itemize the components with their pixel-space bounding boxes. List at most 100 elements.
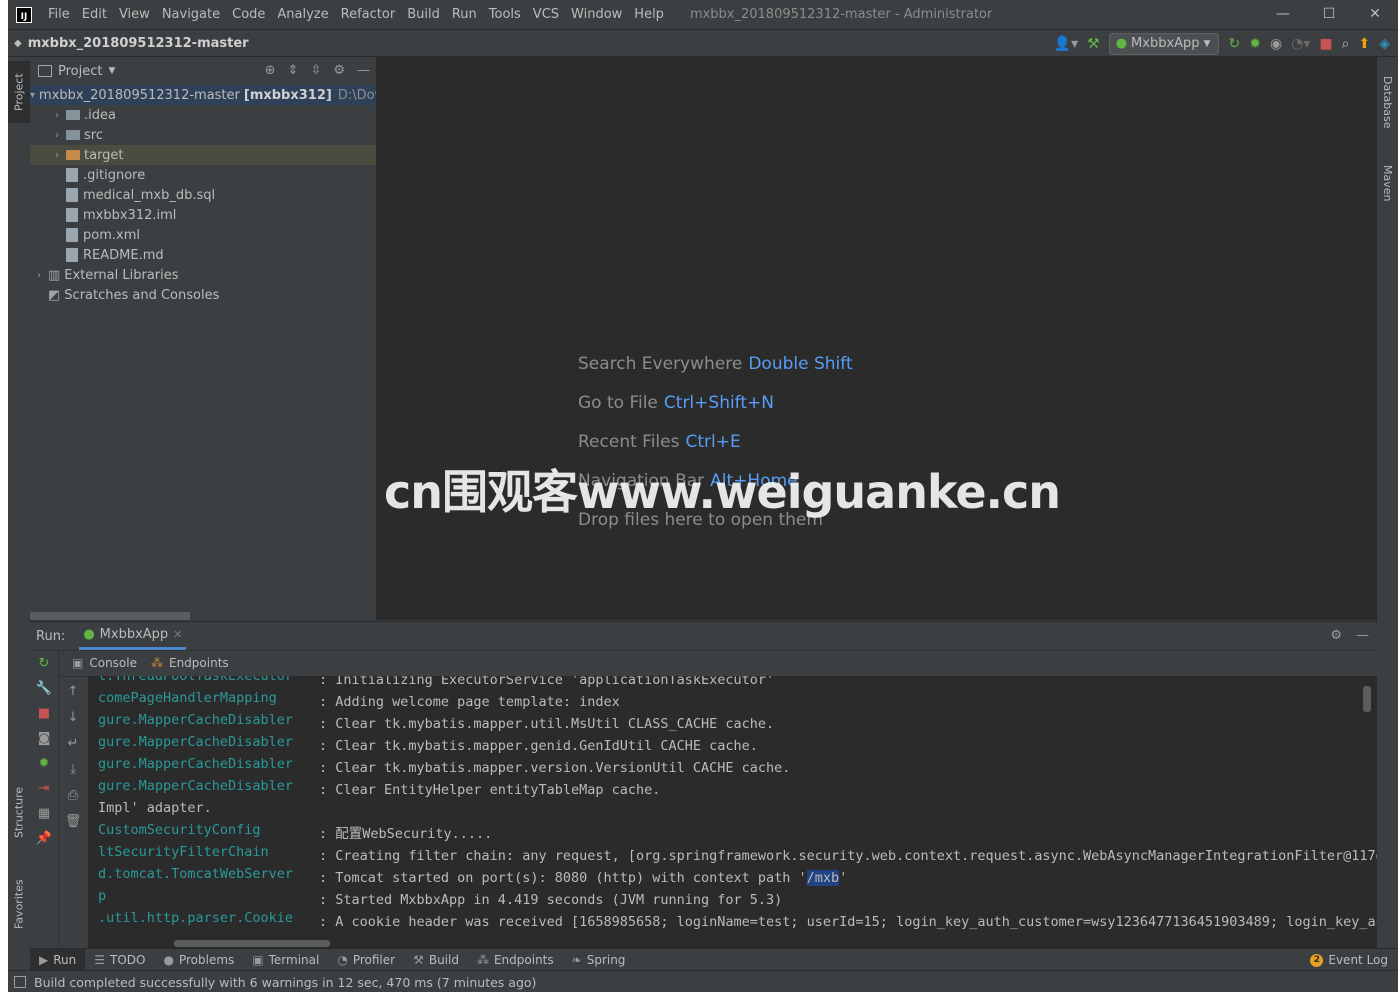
status-message[interactable]: Build completed successfully with 6 warn… [34, 975, 536, 990]
event-log-button[interactable]: 2 Event Log [1310, 949, 1388, 971]
tree-scratches[interactable]: ◩ Scratches and Consoles [30, 285, 376, 305]
run-tab-mxbbxapp[interactable]: ● MxbbxApp ✕ [79, 622, 187, 650]
menu-item-build[interactable]: Build [401, 7, 446, 22]
scroll-to-end-icon[interactable]: ⤓ [70, 762, 76, 777]
tree-item-label: target [84, 147, 124, 163]
tool-window-problems[interactable]: ● Problems [154, 949, 243, 971]
tree-root[interactable]: ▾ mxbbx_201809512312-master [mxbbx312] D… [30, 85, 393, 105]
tree-external-libraries[interactable]: › ▥ External Libraries [30, 265, 376, 285]
locate-icon[interactable]: ⊕ [265, 63, 276, 78]
tool-window-todo[interactable]: ☰ TODO [85, 949, 154, 971]
pin-icon[interactable]: 📌 [36, 831, 52, 846]
tool-window-run[interactable]: ▶ Run [30, 949, 86, 971]
close-tab-icon[interactable]: ✕ [173, 628, 182, 641]
stripe-tab-maven[interactable]: Maven [1377, 155, 1398, 211]
menu-item-code[interactable]: Code [226, 7, 271, 22]
tree-item[interactable]: › src [30, 125, 376, 145]
rerun-icon[interactable]: ↻ [1228, 37, 1240, 51]
build-hammer-icon[interactable]: ⚒ [1087, 37, 1100, 51]
menu-item-navigate[interactable]: Navigate [156, 7, 226, 22]
menu-item-run[interactable]: Run [446, 7, 483, 22]
tree-item[interactable]: medical_mxb_db.sql [30, 185, 376, 205]
tree-item[interactable]: › target [30, 145, 376, 165]
update-icon[interactable]: ⬆ [1358, 37, 1370, 51]
console-horizontal-scrollbar[interactable] [174, 940, 330, 947]
menu-item-analyze[interactable]: Analyze [271, 7, 334, 22]
menu-item-view[interactable]: View [113, 7, 156, 22]
stripe-tab-structure[interactable]: Structure [8, 777, 30, 847]
menu-item-edit[interactable]: Edit [76, 7, 113, 22]
stop-icon[interactable]: ■ [1319, 37, 1332, 51]
hide-icon[interactable]: — [1356, 628, 1369, 643]
stripe-tab-favorites[interactable]: Favorites [8, 869, 30, 939]
profile-icon[interactable]: ◔▾ [1291, 37, 1310, 51]
user-icon[interactable]: 👤▾ [1054, 37, 1078, 51]
menu-item-window[interactable]: Window [565, 7, 628, 22]
tool-window-build[interactable]: ⚒ Build [404, 949, 468, 971]
tree-item[interactable]: pom.xml [30, 225, 376, 245]
log-line: gure.MapperCacheDisabler: Clear tk.mybat… [98, 734, 758, 756]
console-vertical-scrollbar[interactable] [1363, 686, 1371, 712]
problems-icon: ● [163, 953, 174, 967]
stop-icon[interactable]: ■ [38, 706, 50, 721]
gear-icon[interactable]: ⚙ [333, 63, 345, 78]
editor-hint: Search Everywhere Double Shift [578, 354, 853, 393]
ide-window: IJ File Edit View Navigate Code Analyze Refact… [8, 0, 1398, 992]
log-message: : Clear tk.mybatis.mapper.genid.GenIdUti… [319, 738, 758, 754]
menu-item-refactor[interactable]: Refactor [335, 7, 402, 22]
coverage-icon[interactable]: ◉ [1270, 37, 1282, 51]
plugin-icon[interactable]: ◈ [1379, 37, 1390, 51]
breadcrumb[interactable]: mxbbx_201809512312-master [28, 36, 249, 51]
hide-icon[interactable]: — [357, 63, 370, 78]
run-config-selector[interactable]: ● MxbbxApp ▼ [1108, 32, 1220, 55]
wrench-icon[interactable]: 🔧 [36, 681, 52, 696]
status-toggle-icon[interactable] [14, 976, 26, 988]
maximize-button[interactable]: ☐ [1306, 0, 1352, 29]
hint-shortcut: Alt+Home [710, 471, 798, 491]
layout-icon[interactable]: ▦ [38, 806, 50, 821]
tree-item[interactable]: .gitignore [30, 165, 376, 185]
stripe-tab-project[interactable]: Project [8, 61, 30, 123]
log-line: .util.http.parser.Cookie: A cookie heade… [98, 910, 1377, 932]
log-source: ltSecurityFilterChain [98, 844, 269, 860]
debug-icon[interactable]: ✹ [1249, 37, 1261, 51]
tool-window-spring[interactable]: ❧ Spring [563, 949, 635, 971]
project-horizontal-scrollbar[interactable] [30, 612, 190, 620]
tab-endpoints[interactable]: ⁂ Endpoints [151, 656, 229, 670]
project-view-selector[interactable]: Project ▼ [38, 64, 115, 79]
log-line: gure.MapperCacheDisabler: Clear tk.mybat… [98, 712, 774, 734]
rerun-icon[interactable]: ↻ [39, 656, 50, 671]
arrow-up-icon[interactable]: ↑ [68, 684, 79, 699]
debug-bug-icon[interactable]: ✹ [39, 756, 50, 771]
expand-all-icon[interactable]: ⇕ [288, 63, 299, 78]
tree-item[interactable]: › .idea [30, 105, 376, 125]
chevron-right-icon: › [55, 129, 59, 141]
tree-item[interactable]: mxbbx312.iml [30, 205, 376, 225]
soft-wrap-icon[interactable]: ↵ [68, 736, 79, 751]
menu-item-vcs[interactable]: VCS [527, 7, 565, 22]
tool-window-profiler[interactable]: ◔ Profiler [328, 949, 404, 971]
menu-item-help[interactable]: Help [628, 7, 670, 22]
log-message: : Initializing ExecutorService 'applicat… [319, 676, 775, 688]
search-icon[interactable]: ⌕ [1342, 37, 1350, 51]
arrow-down-icon[interactable]: ↓ [68, 710, 79, 725]
minimize-button[interactable]: — [1260, 0, 1306, 29]
tree-item[interactable]: README.md [30, 245, 376, 265]
camera-icon[interactable]: ◙ [38, 731, 51, 746]
tab-console[interactable]: ▣ Console [72, 656, 137, 670]
close-button[interactable]: ✕ [1352, 0, 1398, 29]
gear-icon[interactable]: ⚙ [1330, 628, 1342, 643]
tool-window-terminal[interactable]: ▣ Terminal [243, 949, 328, 971]
status-bar: Build completed successfully with 6 warn… [8, 970, 1398, 992]
menu-item-tools[interactable]: Tools [483, 7, 527, 22]
exit-icon[interactable]: ⇥ [39, 781, 50, 796]
menu-item-file[interactable]: File [42, 7, 76, 22]
stripe-tab-database[interactable]: Database [1377, 67, 1398, 137]
console-output[interactable]: t.ThreadPoolTaskExecutor: Initializing E… [88, 676, 1377, 949]
print-icon[interactable]: ⎙ [68, 788, 78, 803]
collapse-all-icon[interactable]: ⇳ [310, 63, 321, 78]
project-panel-tools: ⊕ ⇕ ⇳ ⚙ — [265, 63, 370, 78]
trash-icon[interactable]: 🗑 [65, 814, 82, 829]
tool-window-endpoints[interactable]: ⁂ Endpoints [468, 949, 563, 971]
editor-hint: Go to File Ctrl+Shift+N [578, 393, 853, 432]
